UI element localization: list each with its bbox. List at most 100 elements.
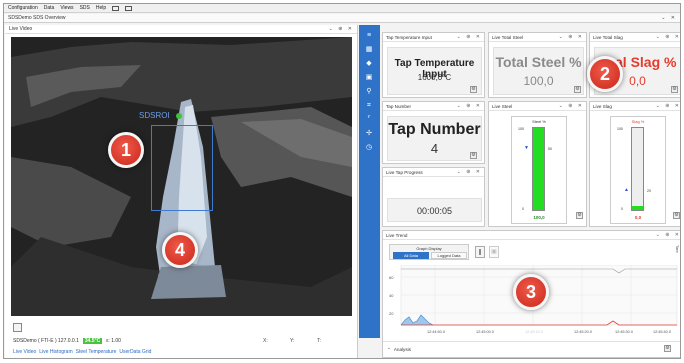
- live-steel-controls[interactable]: ⌄ ⊕ ✕: [559, 103, 584, 109]
- tab-live-video[interactable]: Live Video: [13, 349, 36, 355]
- menu-views[interactable]: Views: [60, 5, 73, 11]
- total-slag-controls[interactable]: ⌄ ⊕ ✕: [656, 34, 680, 40]
- total-steel-settings-icon[interactable]: ⚙: [574, 86, 581, 93]
- menu-sds[interactable]: SDS: [80, 5, 90, 11]
- window-icon[interactable]: [125, 5, 133, 11]
- palette-icon[interactable]: ◆: [365, 60, 373, 67]
- y-tick-20: 20: [389, 311, 394, 316]
- analysis-bar[interactable]: ⌃ Analysis: [383, 341, 680, 357]
- slag-tick-top: 100: [617, 127, 623, 131]
- x-tick-3: 12:45:20.0: [574, 330, 592, 334]
- tap-number-settings-icon[interactable]: ⚙: [470, 152, 477, 159]
- total-slag-settings-icon[interactable]: ⚙: [671, 86, 678, 93]
- live-steel-settings-icon[interactable]: ⚙: [576, 212, 583, 219]
- timer-icon[interactable]: ◷: [365, 144, 373, 151]
- x-tick-1: 12:45:00.0: [476, 330, 494, 334]
- camera-status-line: SDSDemo ( FTI-E ) 127.0.0.1 34.5°C ε: 1.…: [13, 338, 121, 344]
- roi-rectangle[interactable]: [151, 125, 213, 211]
- tab-live-histogram[interactable]: Live Histogram: [39, 349, 72, 355]
- menu-bar: Configuration Data Views SDS Help: [4, 4, 680, 13]
- tap-number-title: Tap Number: [386, 103, 412, 109]
- total-steel-controls[interactable]: ⌄ ⊕ ✕: [559, 34, 584, 40]
- live-slag-title: Live Slag: [593, 103, 612, 109]
- crop-icon[interactable]: ⌜: [365, 116, 373, 123]
- logged-data-button[interactable]: Logged Data: [431, 252, 467, 259]
- tile-total-steel: Live Total Steel ⌄ ⊕ ✕ Total Steel % 100,…: [488, 32, 587, 98]
- tab-steel-temperature[interactable]: Steel Temperature: [76, 349, 117, 355]
- video-feed[interactable]: SDSROI: [11, 37, 352, 316]
- live-slag-settings-icon[interactable]: ⚙: [673, 212, 680, 219]
- roi-handle-dot[interactable]: [176, 113, 182, 119]
- camera-temp-chip: 34.5°C: [82, 338, 103, 344]
- steel-tick-top: 100: [518, 127, 524, 131]
- steel-gauge-fill: [533, 128, 544, 210]
- callout-badge-2: 2: [587, 56, 623, 92]
- layout-icon[interactable]: [112, 5, 120, 11]
- slag-tick-mid: 20: [647, 189, 651, 193]
- slag-gauge-label: Slag %: [631, 119, 645, 124]
- total-steel-title: Live Total Steel: [492, 34, 524, 40]
- steel-tick-bottom: 0: [522, 207, 524, 211]
- menu-help[interactable]: Help: [96, 5, 106, 11]
- live-slag-controls[interactable]: ⌄ ⊕ ✕: [656, 103, 680, 109]
- x-tick-4: 12:45:30.0: [615, 330, 633, 334]
- menu-data[interactable]: Data: [44, 5, 55, 11]
- zoom-icon[interactable]: ⚲: [365, 88, 373, 95]
- live-video-title: Live Video: [9, 26, 33, 32]
- tap-number-box: Tap Number 4 ⚙: [387, 116, 482, 161]
- slag-gauge-track: [631, 127, 644, 211]
- roi-icon[interactable]: ⌗: [365, 102, 373, 109]
- save-icon[interactable]: ▣: [489, 246, 499, 258]
- overview-window-controls[interactable]: ⌄ ✕: [661, 15, 677, 21]
- live-steel-title: Live Steel: [492, 103, 513, 109]
- total-steel-box: Total Steel % 100,0 ⚙: [493, 47, 584, 95]
- tap-number-header: Tap Number ⌄ ⊕ ✕: [383, 102, 484, 111]
- trend-settings-icon[interactable]: ⚙: [664, 345, 671, 352]
- camera-emissivity: ε: 1.00: [106, 338, 121, 344]
- tile-live-steel: Live Steel ⌄ ⊕ ✕ Steel % 100 50 0 ▼ 100,0…: [488, 101, 587, 227]
- x-tick-0: 12:44:50.0: [427, 330, 445, 334]
- menu-configuration[interactable]: Configuration: [8, 5, 38, 11]
- y-readout: Y:: [290, 338, 295, 344]
- t-readout: T:: [317, 338, 321, 344]
- tab-userdata-grid[interactable]: UserData Grid: [119, 349, 151, 355]
- graph-display-label: Graph Display: [416, 246, 442, 251]
- pointer-icon[interactable]: ✢: [365, 130, 373, 137]
- steel-marker-icon: ▼: [524, 145, 529, 151]
- tap-temp-settings-icon[interactable]: ⚙: [470, 86, 477, 93]
- menu-icon[interactable]: ≡: [365, 32, 373, 39]
- live-trend-header: Live Trend ⌄ ⊕ ✕: [383, 231, 680, 240]
- live-trend-title: Live Trend: [386, 232, 408, 238]
- live-video-controls[interactable]: ⌄ ⊕ ✕: [329, 26, 354, 32]
- live-video-panel: Live Video ⌄ ⊕ ✕ SDSROI SDSDemo (FTI-E …: [5, 25, 358, 358]
- tap-progress-header: Live Tap Progress ⌄ ⊕ ✕: [383, 168, 484, 177]
- total-slag-title: Live Total Slag: [593, 34, 623, 40]
- tap-temp-box: Tap Temperature Input 1600,0°C ⚙: [387, 47, 482, 95]
- analysis-label: Analysis: [393, 347, 411, 352]
- pause-button[interactable]: ‖: [475, 246, 485, 258]
- total-steel-label: Total Steel %: [495, 54, 582, 70]
- tap-number-value: 4: [430, 141, 439, 156]
- app-window: Configuration Data Views SDS Help SDSDem…: [3, 3, 681, 359]
- grid-icon[interactable]: ▦: [365, 46, 373, 53]
- tool-strip: ≡ ▦ ◆ ▣ ⚲ ⌗ ⌜ ✢ ◷: [359, 25, 380, 338]
- live-video-header: Live Video ⌄ ⊕ ✕: [5, 25, 357, 34]
- tap-temp-controls[interactable]: ⌄ ⊕ ✕: [457, 34, 482, 40]
- roi-label: SDSROI: [139, 111, 170, 120]
- y-tick-60: 60: [389, 275, 394, 280]
- callout-badge-4: 4: [162, 232, 198, 268]
- video-tabs: Live Video Live Histogram Steel Temperat…: [13, 349, 151, 355]
- slag-gauge-frame: Slag % 100 20 0 ▲ 0,0: [610, 116, 666, 224]
- all-data-button[interactable]: All Data: [393, 252, 429, 259]
- slag-tick-bottom: 0: [621, 207, 623, 211]
- image-icon[interactable]: ▣: [365, 74, 373, 81]
- total-slag-header: Live Total Slag ⌄ ⊕ ✕: [590, 33, 680, 42]
- tap-number-controls[interactable]: ⌄ ⊕ ✕: [457, 103, 482, 109]
- tap-progress-controls[interactable]: ⌄ ⊕ ✕: [457, 169, 482, 175]
- tap-temp-header: Tap Temperature Input ⌄ ⊕ ✕: [383, 33, 484, 42]
- fullscreen-button[interactable]: [13, 323, 22, 332]
- camera-status-prefix: SDSDemo ( FTI-E ) 127.0.0.1: [13, 338, 79, 344]
- graph-display-group: Graph Display All Data Logged Data: [389, 244, 469, 260]
- live-trend-controls[interactable]: ⌄ ⊕ ✕: [656, 232, 680, 238]
- x-tick-5: 12:45:40.0: [653, 330, 671, 334]
